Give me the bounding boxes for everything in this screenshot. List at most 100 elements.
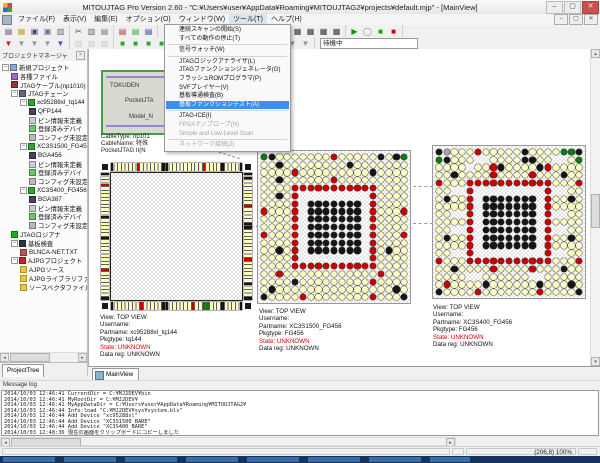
bga-ball[interactable] bbox=[561, 281, 567, 287]
bga-ball[interactable] bbox=[568, 196, 574, 202]
bga-ball[interactable] bbox=[276, 263, 282, 269]
bga-ball[interactable] bbox=[284, 162, 290, 168]
bga-ball[interactable] bbox=[506, 196, 512, 202]
bga-ball[interactable] bbox=[561, 149, 567, 155]
bga-ball[interactable] bbox=[276, 224, 282, 230]
bga-ball[interactable] bbox=[545, 235, 551, 241]
bga-ball[interactable] bbox=[553, 274, 559, 280]
package-pin[interactable] bbox=[144, 302, 146, 310]
tree-item-ajpg-[interactable]: AJPGライブラリファイ bbox=[0, 274, 87, 283]
doc-dis3-icon[interactable]: ▥ bbox=[99, 38, 110, 49]
tree-item--[interactable]: −新規プロジェクト bbox=[0, 63, 87, 72]
package-pin[interactable] bbox=[244, 194, 252, 196]
tree-item-jtag-[interactable]: −JTAGチェーン bbox=[0, 89, 87, 98]
package-pin[interactable] bbox=[244, 177, 252, 179]
bga-ball[interactable] bbox=[276, 162, 282, 168]
package-pin[interactable] bbox=[192, 163, 194, 171]
tree-item--[interactable]: ソースベクタファイル bbox=[0, 283, 87, 292]
bga-ball[interactable] bbox=[261, 162, 267, 168]
package-pin[interactable] bbox=[101, 208, 109, 210]
bga-ball[interactable] bbox=[323, 294, 329, 300]
package-pin[interactable] bbox=[195, 302, 197, 310]
bga-ball[interactable] bbox=[362, 271, 368, 277]
bga-ball[interactable] bbox=[308, 201, 314, 207]
bga-ball[interactable] bbox=[553, 149, 559, 155]
bga-ball[interactable] bbox=[498, 242, 504, 248]
bga-ball[interactable] bbox=[467, 227, 473, 233]
bga-ball[interactable] bbox=[576, 211, 582, 217]
package-pin[interactable] bbox=[244, 265, 252, 267]
bga-ball[interactable] bbox=[498, 164, 504, 170]
bga-ball[interactable] bbox=[300, 279, 306, 285]
bga-ball[interactable] bbox=[436, 219, 442, 225]
bga-ball[interactable] bbox=[362, 286, 368, 292]
bga-ball[interactable] bbox=[323, 216, 329, 222]
bga-ball[interactable] bbox=[561, 274, 567, 280]
bga-ball[interactable] bbox=[483, 274, 489, 280]
package-pin[interactable] bbox=[101, 184, 109, 186]
bga-ball[interactable] bbox=[284, 247, 290, 253]
bga-ball[interactable] bbox=[436, 188, 442, 194]
bga-ball[interactable] bbox=[522, 149, 528, 155]
bga-ball[interactable] bbox=[331, 162, 337, 168]
scroll-up-icon[interactable]: ▴ bbox=[591, 49, 600, 58]
bga-ball[interactable] bbox=[292, 255, 298, 261]
bga-ball[interactable] bbox=[339, 263, 345, 269]
bga-ball[interactable] bbox=[339, 240, 345, 246]
bga-ball[interactable] bbox=[506, 266, 512, 272]
cut-icon[interactable]: ✂ bbox=[73, 26, 84, 37]
taskbar-button[interactable] bbox=[308, 457, 360, 462]
bga-ball[interactable] bbox=[284, 154, 290, 160]
bga-ball[interactable] bbox=[529, 235, 535, 241]
package-pin[interactable] bbox=[188, 302, 190, 310]
bga-ball[interactable] bbox=[498, 274, 504, 280]
bga-ball[interactable] bbox=[451, 289, 457, 295]
bga-ball[interactable] bbox=[475, 258, 481, 264]
bga-ball[interactable] bbox=[459, 172, 465, 178]
bga-ball[interactable] bbox=[444, 203, 450, 209]
package-pin[interactable] bbox=[244, 258, 252, 260]
bga-ball[interactable] bbox=[370, 286, 376, 292]
canvas-vertical-scrollbar[interactable]: ▴ ▾ bbox=[590, 49, 600, 366]
bga-ball[interactable] bbox=[370, 162, 376, 168]
bga-ball[interactable] bbox=[459, 164, 465, 170]
bga-ball[interactable] bbox=[529, 219, 535, 225]
bga-ball[interactable] bbox=[308, 216, 314, 222]
bga-ball[interactable] bbox=[568, 149, 574, 155]
bga-ball[interactable] bbox=[576, 227, 582, 233]
bga-ball[interactable] bbox=[576, 196, 582, 202]
bga-ball[interactable] bbox=[529, 258, 535, 264]
bga-ball[interactable] bbox=[347, 240, 353, 246]
bga-ball[interactable] bbox=[498, 180, 504, 186]
tool-menu-item-8[interactable]: フラッシュROMプログラマ(P) bbox=[166, 75, 289, 84]
package-pin[interactable] bbox=[244, 251, 252, 253]
package-pin[interactable] bbox=[244, 230, 252, 232]
bga-ball[interactable] bbox=[514, 274, 520, 280]
bga-ball[interactable] bbox=[393, 185, 399, 191]
bga-ball[interactable] bbox=[467, 149, 473, 155]
save-icon[interactable]: ▣ bbox=[29, 26, 40, 37]
package-pin[interactable] bbox=[101, 251, 109, 253]
bga-ball[interactable] bbox=[315, 240, 321, 246]
bga-ball[interactable] bbox=[393, 279, 399, 285]
bga-ball[interactable] bbox=[386, 247, 392, 253]
package-pin[interactable] bbox=[159, 163, 161, 171]
bga-ball[interactable] bbox=[490, 266, 496, 272]
bga-ball[interactable] bbox=[436, 266, 442, 272]
bga-ball[interactable] bbox=[490, 196, 496, 202]
bga-ball[interactable] bbox=[315, 294, 321, 300]
package-pin[interactable] bbox=[101, 216, 109, 218]
bga-ball[interactable] bbox=[537, 281, 543, 287]
bga-ball[interactable] bbox=[308, 154, 314, 160]
bga-ball[interactable] bbox=[370, 177, 376, 183]
bga-ball[interactable] bbox=[436, 211, 442, 217]
bga-ball[interactable] bbox=[276, 286, 282, 292]
bga-ball[interactable] bbox=[436, 164, 442, 170]
bga-ball[interactable] bbox=[467, 258, 473, 264]
bga-ball[interactable] bbox=[529, 157, 535, 163]
bga-ball[interactable] bbox=[308, 247, 314, 253]
package-pin[interactable] bbox=[192, 302, 194, 310]
bga-ball[interactable] bbox=[261, 255, 267, 261]
package-pin[interactable] bbox=[101, 180, 109, 182]
bga-ball[interactable] bbox=[576, 242, 582, 248]
